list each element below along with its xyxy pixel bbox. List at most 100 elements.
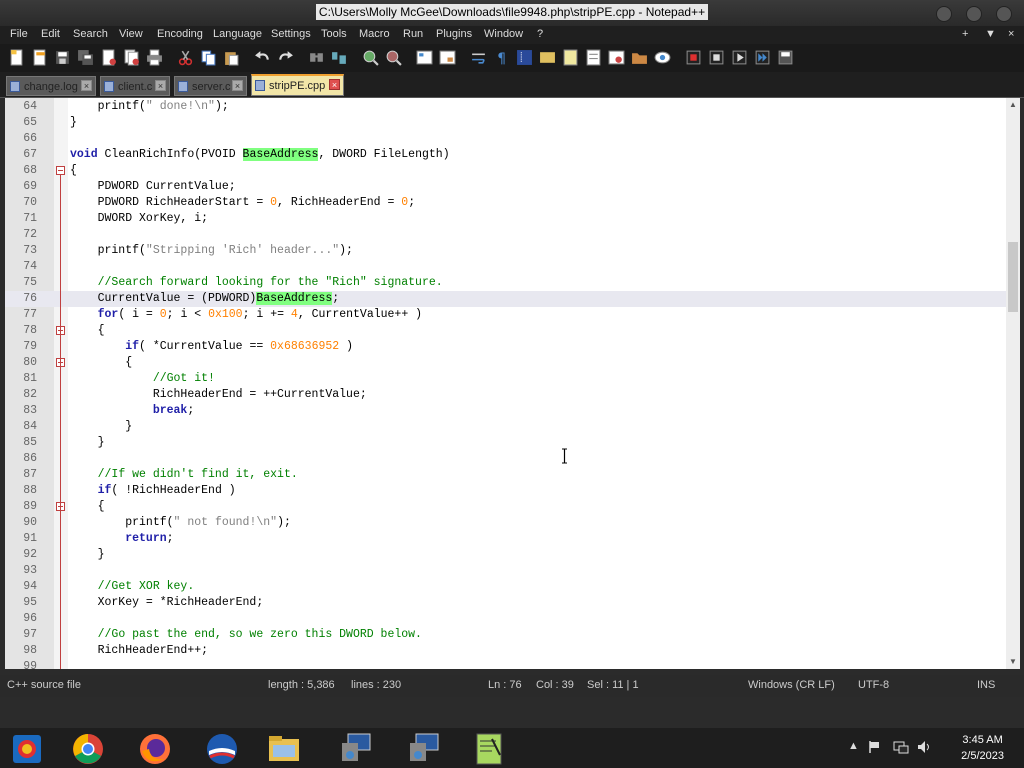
code-line[interactable]: 98 RichHeaderEnd++; bbox=[5, 643, 1006, 659]
menu-file[interactable]: File bbox=[10, 28, 28, 40]
save-icon[interactable] bbox=[54, 49, 71, 66]
save-all-icon[interactable] bbox=[77, 49, 94, 66]
menu-settings[interactable]: Settings bbox=[271, 28, 311, 40]
tab-list-button[interactable]: ▼ bbox=[985, 28, 996, 40]
code-line[interactable]: 78 { bbox=[5, 323, 1006, 339]
code-line[interactable]: 64 printf(" done!\n"); bbox=[5, 99, 1006, 115]
code-line[interactable]: 86 bbox=[5, 451, 1006, 467]
remote-desktop-icon-2[interactable] bbox=[406, 731, 442, 767]
zoom-in-icon[interactable] bbox=[362, 49, 379, 66]
flag-icon[interactable] bbox=[868, 740, 882, 754]
cut-icon[interactable] bbox=[177, 49, 194, 66]
code-line[interactable]: 94 //Get XOR key. bbox=[5, 579, 1006, 595]
close-doc-button[interactable]: × bbox=[1008, 28, 1014, 40]
code-line[interactable]: 85 } bbox=[5, 435, 1006, 451]
redo-icon[interactable] bbox=[277, 49, 294, 66]
tab-client-c[interactable]: client.c × bbox=[100, 76, 170, 96]
opera-icon[interactable] bbox=[204, 731, 240, 767]
show-all-chars-icon[interactable]: ¶ bbox=[493, 49, 510, 66]
doc-map-icon[interactable] bbox=[562, 49, 579, 66]
code-editor[interactable]: 64 printf(" done!\n"); 65} 66 67 void CleanR… bbox=[5, 98, 1006, 669]
code-line[interactable]: 75 //Search forward looking for the "Ric… bbox=[5, 275, 1006, 291]
print-icon[interactable] bbox=[146, 49, 163, 66]
menu-language[interactable]: Language bbox=[213, 28, 262, 40]
new-file-icon[interactable] bbox=[8, 49, 25, 66]
code-line[interactable]: 69 PDWORD CurrentValue; bbox=[5, 179, 1006, 195]
save-macro-icon[interactable] bbox=[777, 49, 794, 66]
close-all-icon[interactable] bbox=[123, 49, 140, 66]
tab-strippe-cpp[interactable]: stripPE.cpp × bbox=[251, 74, 344, 96]
code-line[interactable]: 84 } bbox=[5, 419, 1006, 435]
code-line[interactable]: 82 RichHeaderEnd = ++CurrentValue; bbox=[5, 387, 1006, 403]
code-line[interactable]: 65} bbox=[5, 115, 1006, 131]
scroll-down-icon[interactable]: ▼ bbox=[1006, 655, 1020, 669]
close-icon[interactable]: × bbox=[232, 80, 243, 91]
tab-change-log[interactable]: change.log × bbox=[6, 76, 96, 96]
function-list-icon[interactable] bbox=[585, 49, 602, 66]
replace-icon[interactable] bbox=[331, 49, 348, 66]
code-line[interactable]: 90 printf(" not found!\n"); bbox=[5, 515, 1006, 531]
scroll-up-icon[interactable]: ▲ bbox=[1006, 98, 1020, 112]
code-line[interactable]: 67 void CleanRichInfo(PVOID BaseAddress, … bbox=[5, 147, 1006, 163]
menu-encoding[interactable]: Encoding bbox=[157, 28, 203, 40]
close-icon[interactable]: × bbox=[155, 80, 166, 91]
run-macro-multiple-icon[interactable] bbox=[754, 49, 771, 66]
undo-icon[interactable] bbox=[254, 49, 271, 66]
close-file-icon[interactable] bbox=[100, 49, 117, 66]
sync-vertical-icon[interactable] bbox=[416, 49, 433, 66]
notepad-app-icon[interactable] bbox=[9, 731, 45, 767]
word-wrap-icon[interactable] bbox=[470, 49, 487, 66]
code-line[interactable]: 93 bbox=[5, 563, 1006, 579]
code-line[interactable]: 89 { bbox=[5, 499, 1006, 515]
copy-icon[interactable] bbox=[200, 49, 217, 66]
indent-guide-icon[interactable] bbox=[516, 49, 533, 66]
code-line[interactable]: 79 if( *CurrentValue == 0x68636952 ) bbox=[5, 339, 1006, 355]
file-explorer-icon[interactable] bbox=[266, 731, 302, 767]
code-line[interactable]: 66 bbox=[5, 131, 1006, 147]
code-line[interactable]: 92 } bbox=[5, 547, 1006, 563]
code-line[interactable]: 72 bbox=[5, 227, 1006, 243]
system-clock[interactable]: 3:45 AM 2/5/2023 bbox=[961, 732, 1004, 764]
fold-toggle-icon[interactable] bbox=[56, 166, 65, 175]
code-line[interactable]: 83 break; bbox=[5, 403, 1006, 419]
find-icon[interactable] bbox=[308, 49, 325, 66]
status-eol[interactable]: Windows (CR LF) bbox=[748, 679, 835, 691]
sync-horizontal-icon[interactable] bbox=[439, 49, 456, 66]
notepadpp-icon[interactable] bbox=[472, 731, 508, 767]
monitoring-icon[interactable] bbox=[654, 49, 671, 66]
code-line[interactable]: 87 //If we didn't find it, exit. bbox=[5, 467, 1006, 483]
code-line[interactable]: 70 PDWORD RichHeaderStart = 0, RichHeade… bbox=[5, 195, 1006, 211]
maximize-button[interactable] bbox=[966, 6, 982, 22]
zoom-out-icon[interactable] bbox=[385, 49, 402, 66]
menu-edit[interactable]: Edit bbox=[41, 28, 60, 40]
close-button[interactable] bbox=[996, 6, 1012, 22]
folder-icon[interactable] bbox=[631, 49, 648, 66]
menu-run[interactable]: Run bbox=[403, 28, 423, 40]
code-line[interactable]: 91 return; bbox=[5, 531, 1006, 547]
tab-server-c[interactable]: server.c × bbox=[174, 76, 247, 96]
volume-icon[interactable] bbox=[917, 740, 933, 754]
tray-overflow-icon[interactable]: ▲ bbox=[848, 740, 859, 752]
paste-icon[interactable] bbox=[223, 49, 240, 66]
code-line[interactable]: 81 //Got it! bbox=[5, 371, 1006, 387]
play-macro-icon[interactable] bbox=[731, 49, 748, 66]
folder-workspace-icon[interactable] bbox=[608, 49, 625, 66]
code-line[interactable]: 73 printf("Stripping 'Rich' header..."); bbox=[5, 243, 1006, 259]
code-line[interactable]: 97 //Go past the end, so we zero this DW… bbox=[5, 627, 1006, 643]
vertical-scrollbar[interactable]: ▲ ▼ bbox=[1006, 98, 1020, 669]
menu-plugins[interactable]: Plugins bbox=[436, 28, 472, 40]
status-encoding[interactable]: UTF-8 bbox=[858, 679, 889, 691]
remote-desktop-icon[interactable] bbox=[338, 731, 374, 767]
menu-help[interactable]: ? bbox=[537, 28, 543, 40]
new-tab-button[interactable]: + bbox=[962, 28, 968, 40]
code-line[interactable]: 74 bbox=[5, 259, 1006, 275]
minimize-button[interactable] bbox=[936, 6, 952, 22]
code-line[interactable]: 99 bbox=[5, 659, 1006, 669]
code-line[interactable]: 80 { bbox=[5, 355, 1006, 371]
open-file-icon[interactable] bbox=[31, 49, 48, 66]
record-macro-icon[interactable] bbox=[685, 49, 702, 66]
network-icon[interactable] bbox=[893, 740, 909, 754]
code-line[interactable]: 68 { bbox=[5, 163, 1006, 179]
code-line[interactable]: 77 for( i = 0; i < 0x100; i += 4, Curren… bbox=[5, 307, 1006, 323]
code-line[interactable]: 96 bbox=[5, 611, 1006, 627]
